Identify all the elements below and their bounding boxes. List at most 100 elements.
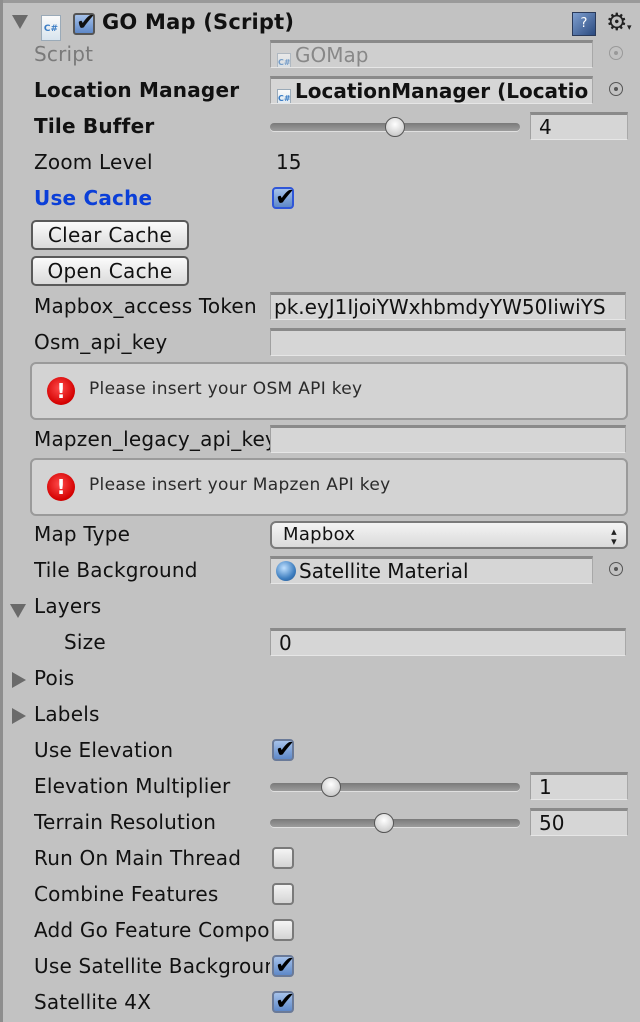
component-title: GO Map (Script) (102, 10, 295, 34)
tile-background-label: Tile Background (34, 558, 198, 582)
row-open-cache: Open Cache (0, 254, 640, 290)
map-type-dropdown[interactable]: Mapbox ▴ ▾ (270, 521, 628, 549)
add-go-feature-checkbox[interactable] (272, 919, 294, 941)
row-mapzen-key: Mapzen_legacy_api_key (0, 423, 640, 459)
checkmark-icon: ✔ (275, 987, 296, 1015)
location-manager-field[interactable]: C# LocationManager (Locatio (270, 76, 593, 104)
layers-label: Layers (34, 594, 102, 618)
row-use-elevation: Use Elevation ✔ (0, 734, 640, 770)
osm-warning-text: Please insert your OSM API key (89, 379, 363, 399)
satellite-4x-label: Satellite 4X (34, 990, 152, 1014)
material-sphere-icon (276, 561, 296, 581)
mapbox-token-input[interactable]: pk.eyJ1IjoiYWxhbmdyYW50IiwiYS (270, 292, 626, 320)
row-use-satellite-background: Use Satellite Background ✔ (0, 950, 640, 986)
collapse-arrow-icon[interactable] (12, 15, 28, 29)
component-enabled-checkbox[interactable]: ✔ (73, 8, 96, 36)
collapsed-arrow-icon[interactable] (12, 708, 26, 724)
labels-label: Labels (34, 702, 100, 726)
zoom-level-label: Zoom Level (34, 150, 153, 174)
mapzen-warning-text: Please insert your Mapzen API key (89, 475, 391, 495)
expand-arrow-icon[interactable] (10, 604, 26, 618)
use-elevation-label: Use Elevation (34, 738, 174, 762)
run-on-main-thread-checkbox[interactable] (272, 847, 294, 869)
csharp-script-icon: C# (41, 9, 61, 41)
terrain-resolution-label: Terrain Resolution (34, 810, 217, 834)
row-location-manager: Location Manager C# LocationManager (Loca… (0, 74, 640, 110)
checkmark-icon: ✔ (275, 183, 296, 211)
tile-buffer-label: Tile Buffer (34, 114, 155, 138)
row-add-go-feature: Add Go Feature Components (0, 914, 640, 950)
use-cache-checkbox[interactable]: ✔ (272, 183, 295, 211)
row-terrain-resolution: Terrain Resolution 50 (0, 806, 640, 842)
use-elevation-checkbox[interactable]: ✔ (272, 735, 295, 763)
row-script: Script C# GOMap (0, 38, 640, 74)
script-label: Script (34, 42, 94, 66)
use-satellite-background-checkbox[interactable]: ✔ (272, 951, 295, 979)
tile-buffer-slider-thumb[interactable] (385, 117, 405, 137)
mapzen-warning-helpbox: ! Please insert your Mapzen API key (30, 458, 628, 516)
error-icon: ! (47, 473, 75, 501)
osm-api-key-label: Osm_api_key (34, 330, 168, 354)
osm-warning-helpbox: ! Please insert your OSM API key (30, 362, 628, 420)
terrain-resolution-slider-track[interactable] (270, 819, 520, 827)
script-field: C# GOMap (270, 40, 593, 68)
row-map-type: Map Type Mapbox ▴ ▾ (0, 518, 640, 554)
error-icon: ! (47, 377, 75, 405)
tile-buffer-input[interactable]: 4 (530, 112, 628, 140)
row-satellite-4x: Satellite 4X ✔ (0, 986, 640, 1022)
gear-icon[interactable]: ⚙ (606, 8, 628, 36)
row-tile-background: Tile Background Satellite Material (0, 554, 640, 590)
map-type-label: Map Type (34, 522, 131, 546)
checkmark-icon: ✔ (76, 8, 97, 36)
row-zoom-level: Zoom Level 15 (0, 146, 640, 182)
object-picker-icon[interactable] (609, 82, 623, 96)
elevation-multiplier-input[interactable]: 1 (530, 772, 628, 800)
csharp-file-icon: C# (277, 53, 291, 67)
mapzen-key-label: Mapzen_legacy_api_key (34, 427, 270, 451)
mapbox-token-label: Mapbox_access Token (34, 294, 257, 318)
tile-background-field[interactable]: Satellite Material (270, 556, 593, 584)
satellite-4x-checkbox[interactable]: ✔ (272, 987, 295, 1015)
run-on-main-thread-label: Run On Main Thread (34, 846, 242, 870)
csharp-file-icon: C# (277, 89, 291, 103)
pois-label: Pois (34, 666, 75, 690)
use-satellite-background-label: Use Satellite Background (34, 954, 270, 978)
collapsed-arrow-icon[interactable] (12, 672, 26, 688)
layers-size-label: Size (64, 630, 106, 654)
row-labels[interactable]: Labels (0, 698, 640, 734)
combine-features-checkbox[interactable] (272, 883, 294, 905)
clear-cache-button[interactable]: Clear Cache (31, 220, 189, 250)
row-use-cache: Use Cache ✔ (0, 182, 640, 218)
layers-size-input[interactable]: 0 (270, 628, 626, 656)
component-header[interactable]: C# ✔ GO Map (Script) ? ⚙ ▾ (0, 3, 640, 41)
object-picker-icon (609, 46, 623, 60)
osm-api-key-input[interactable] (270, 328, 626, 356)
gear-caret-icon: ▾ (627, 23, 632, 33)
zoom-level-value: 15 (276, 150, 302, 174)
combine-features-label: Combine Features (34, 882, 219, 906)
help-book-icon[interactable]: ? (572, 12, 596, 36)
row-clear-cache: Clear Cache (0, 218, 640, 254)
elevation-multiplier-slider-track[interactable] (270, 783, 520, 791)
open-cache-button[interactable]: Open Cache (31, 256, 189, 286)
use-cache-label: Use Cache (34, 186, 153, 210)
row-run-on-main-thread: Run On Main Thread (0, 842, 640, 878)
add-go-feature-label: Add Go Feature Components (34, 918, 270, 942)
row-layers-size: Size 0 (0, 626, 640, 662)
object-picker-icon[interactable] (609, 562, 623, 576)
row-combine-features: Combine Features (0, 878, 640, 914)
row-osm-api-key: Osm_api_key (0, 326, 640, 362)
row-mapbox-token: Mapbox_access Token pk.eyJ1IjoiYWxhbmdyY… (0, 290, 640, 326)
row-elevation-multiplier: Elevation Multiplier 1 (0, 770, 640, 806)
elevation-multiplier-slider-thumb[interactable] (320, 777, 341, 797)
row-pois[interactable]: Pois (0, 662, 640, 698)
checkmark-icon: ✔ (275, 951, 296, 979)
terrain-resolution-slider-thumb[interactable] (373, 813, 394, 833)
elevation-multiplier-label: Elevation Multiplier (34, 774, 231, 798)
location-manager-label: Location Manager (34, 78, 240, 102)
dropdown-arrows-icon: ▴ ▾ (611, 525, 617, 548)
mapzen-key-input[interactable] (270, 425, 626, 453)
terrain-resolution-input[interactable]: 50 (530, 808, 628, 836)
row-tile-buffer: Tile Buffer 4 (0, 110, 640, 146)
row-layers[interactable]: Layers (0, 590, 640, 626)
